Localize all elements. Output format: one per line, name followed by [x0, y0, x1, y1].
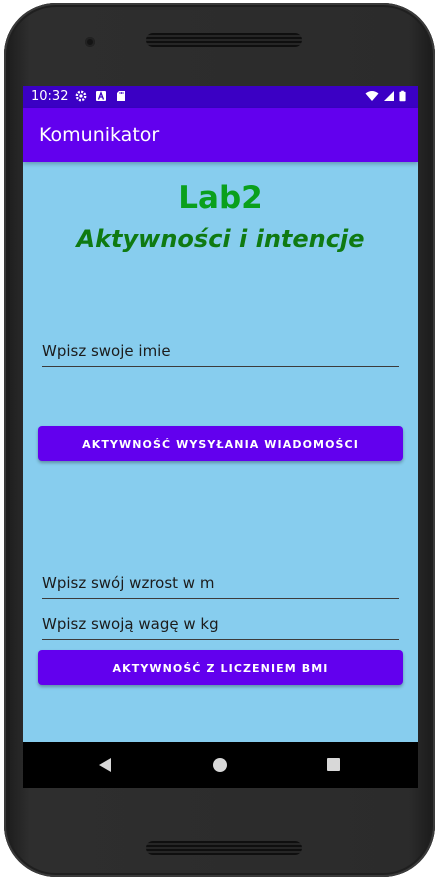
- weight-input[interactable]: [42, 611, 399, 640]
- navigation-bar: [23, 742, 418, 788]
- status-icons-right: [365, 90, 406, 102]
- recents-icon[interactable]: [327, 758, 340, 771]
- status-time: 10:32: [31, 89, 69, 104]
- wifi-icon: [365, 91, 379, 101]
- settings-icon: [75, 90, 87, 102]
- home-icon[interactable]: [213, 758, 227, 772]
- name-input[interactable]: [42, 338, 399, 367]
- back-icon[interactable]: [98, 757, 112, 773]
- a-badge-icon: [96, 90, 106, 101]
- front-camera: [85, 37, 95, 47]
- message-activity-button[interactable]: AKTYWNOŚĆ WYSYŁANIA WIADOMOŚCI: [38, 426, 403, 461]
- battery-icon: [399, 90, 406, 102]
- app-title: Komunikator: [39, 124, 160, 146]
- app-bar: Komunikator: [23, 108, 418, 162]
- bottom-speaker: [146, 841, 302, 855]
- lab-heading: Lab2: [178, 180, 263, 216]
- height-input[interactable]: [42, 570, 399, 599]
- sd-card-icon: [117, 91, 125, 101]
- cell-signal-icon: [384, 91, 394, 101]
- bmi-activity-button[interactable]: AKTYWNOŚĆ Z LICZENIEM BMI: [38, 650, 403, 685]
- app-screen: 10:32 Komunikator Lab2 Aktywności i inte…: [23, 86, 418, 788]
- status-icons-left: [75, 90, 127, 102]
- status-bar: 10:32: [23, 86, 418, 108]
- top-speaker: [146, 33, 302, 47]
- lab-subheading: Aktywności i intencje: [76, 225, 365, 253]
